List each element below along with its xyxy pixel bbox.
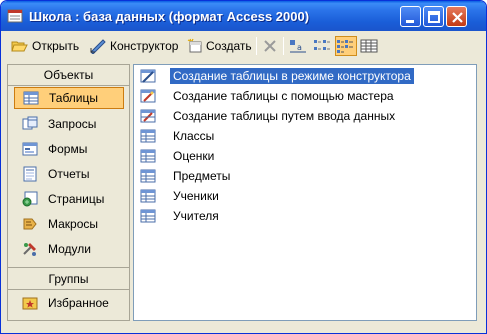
database-window: Школа : база данных (формат Access 2000)… bbox=[0, 0, 487, 334]
small-icons-view-icon bbox=[314, 40, 330, 50]
tables-icon bbox=[23, 91, 39, 105]
list-item-label: Учителя bbox=[173, 209, 219, 223]
list-item[interactable]: Предметы bbox=[140, 167, 233, 185]
new-object-icon bbox=[187, 38, 202, 53]
design-label: Конструктор bbox=[110, 39, 179, 53]
nav-item-macros[interactable]: Макросы bbox=[14, 213, 124, 235]
list-item-label: Создание таблицы в режиме конструктора bbox=[170, 68, 414, 84]
groups-header: Группы bbox=[48, 272, 89, 286]
delete-x-icon bbox=[264, 40, 276, 52]
toolbar-separator bbox=[256, 37, 257, 55]
forms-icon bbox=[22, 142, 38, 156]
maximize-icon bbox=[428, 11, 440, 23]
create-label: Создать bbox=[206, 39, 252, 53]
table-icon bbox=[140, 169, 156, 183]
list-item-label: Классы bbox=[173, 129, 215, 143]
list-item[interactable]: Создание таблицы путем ввода данных bbox=[140, 107, 398, 125]
details-view-button[interactable] bbox=[360, 36, 381, 56]
minimize-icon bbox=[406, 20, 414, 23]
list-item[interactable]: Создание таблицы с помощью мастера bbox=[140, 87, 397, 105]
nav-item-label: Макросы bbox=[48, 217, 99, 231]
nav-item-queries[interactable]: Запросы bbox=[14, 113, 124, 135]
favorites-icon bbox=[22, 297, 38, 310]
nav-item-label: Формы bbox=[48, 142, 88, 156]
maximize-button[interactable] bbox=[423, 6, 444, 27]
nav-item-label: Отчеты bbox=[48, 167, 90, 181]
delete-button[interactable] bbox=[262, 36, 281, 56]
access-app-icon[interactable] bbox=[7, 8, 23, 24]
svg-text:a: a bbox=[297, 43, 302, 52]
queries-icon bbox=[22, 116, 38, 130]
close-icon bbox=[452, 12, 463, 23]
nav-item-label: Страницы bbox=[48, 192, 105, 206]
minimize-button[interactable] bbox=[400, 6, 421, 27]
nav-item-pages[interactable]: Страницы bbox=[14, 188, 124, 210]
nav-item-reports[interactable]: Отчеты bbox=[14, 163, 124, 185]
reports-icon bbox=[23, 166, 37, 182]
table-icon bbox=[140, 149, 156, 163]
open-label: Открыть bbox=[32, 39, 80, 53]
modules-icon bbox=[23, 243, 36, 256]
list-item[interactable]: Ученики bbox=[140, 187, 222, 205]
list-item-label: Ученики bbox=[173, 189, 219, 203]
list-item[interactable]: Создание таблицы в режиме конструктора bbox=[140, 67, 414, 85]
nav-item-forms[interactable]: Формы bbox=[14, 138, 124, 160]
small-icons-button[interactable] bbox=[313, 36, 334, 56]
objects-list: Создание таблицы в режиме конструктора С… bbox=[133, 64, 477, 321]
design-ruler-icon bbox=[90, 39, 106, 54]
datasheet-wizard-icon bbox=[140, 109, 156, 123]
nav-item-label: Модули bbox=[48, 242, 91, 256]
nav-item-label: Избранное bbox=[48, 296, 109, 310]
large-icons-view-icon: a bbox=[290, 40, 306, 53]
title-bar[interactable]: Школа : база данных (формат Access 2000) bbox=[1, 1, 486, 31]
objects-header: Объекты bbox=[43, 68, 94, 82]
list-view-icon bbox=[337, 40, 353, 53]
window-title: Школа : база данных (формат Access 2000) bbox=[29, 9, 310, 24]
nav-item-tables[interactable]: Таблицы bbox=[14, 87, 124, 109]
groups-header-divider bbox=[8, 289, 129, 290]
objects-panel: Объекты Таблицы Запросы Формы Отчеты Стр… bbox=[7, 64, 130, 321]
wizard-icon bbox=[140, 89, 156, 103]
nav-item-label: Таблицы bbox=[49, 91, 99, 105]
details-view-icon bbox=[360, 39, 378, 53]
nav-item-favorites[interactable]: Избранное bbox=[14, 292, 124, 314]
open-folder-icon bbox=[11, 41, 28, 52]
nav-item-label: Запросы bbox=[48, 117, 97, 131]
pages-icon bbox=[22, 191, 38, 207]
list-item-label: Создание таблицы путем ввода данных bbox=[173, 109, 396, 123]
toolbar-separator bbox=[283, 37, 284, 55]
toolbar: Открыть Конструктор Создать a bbox=[5, 33, 483, 59]
list-item-label: Создание таблицы с помощью мастера bbox=[173, 89, 394, 103]
design-button[interactable]: Конструктор bbox=[89, 36, 178, 56]
list-item-label: Оценки bbox=[173, 149, 215, 163]
nav-item-modules[interactable]: Модули bbox=[14, 238, 124, 260]
list-item[interactable]: Оценки bbox=[140, 147, 217, 165]
table-icon bbox=[140, 189, 156, 203]
design-wizard-icon bbox=[140, 69, 156, 83]
table-icon bbox=[140, 209, 156, 223]
large-icons-button[interactable]: a bbox=[289, 36, 310, 56]
macros-icon bbox=[23, 218, 37, 230]
list-item-label: Предметы bbox=[173, 169, 231, 183]
list-item[interactable]: Классы bbox=[140, 127, 217, 145]
list-view-button[interactable] bbox=[335, 36, 357, 56]
close-button[interactable] bbox=[446, 6, 467, 27]
groups-divider bbox=[8, 267, 129, 268]
list-item[interactable]: Учителя bbox=[140, 207, 222, 225]
table-icon bbox=[140, 129, 156, 143]
objects-header-divider bbox=[8, 85, 129, 86]
open-button[interactable]: Открыть bbox=[11, 36, 79, 56]
create-button[interactable]: Создать bbox=[187, 36, 252, 56]
